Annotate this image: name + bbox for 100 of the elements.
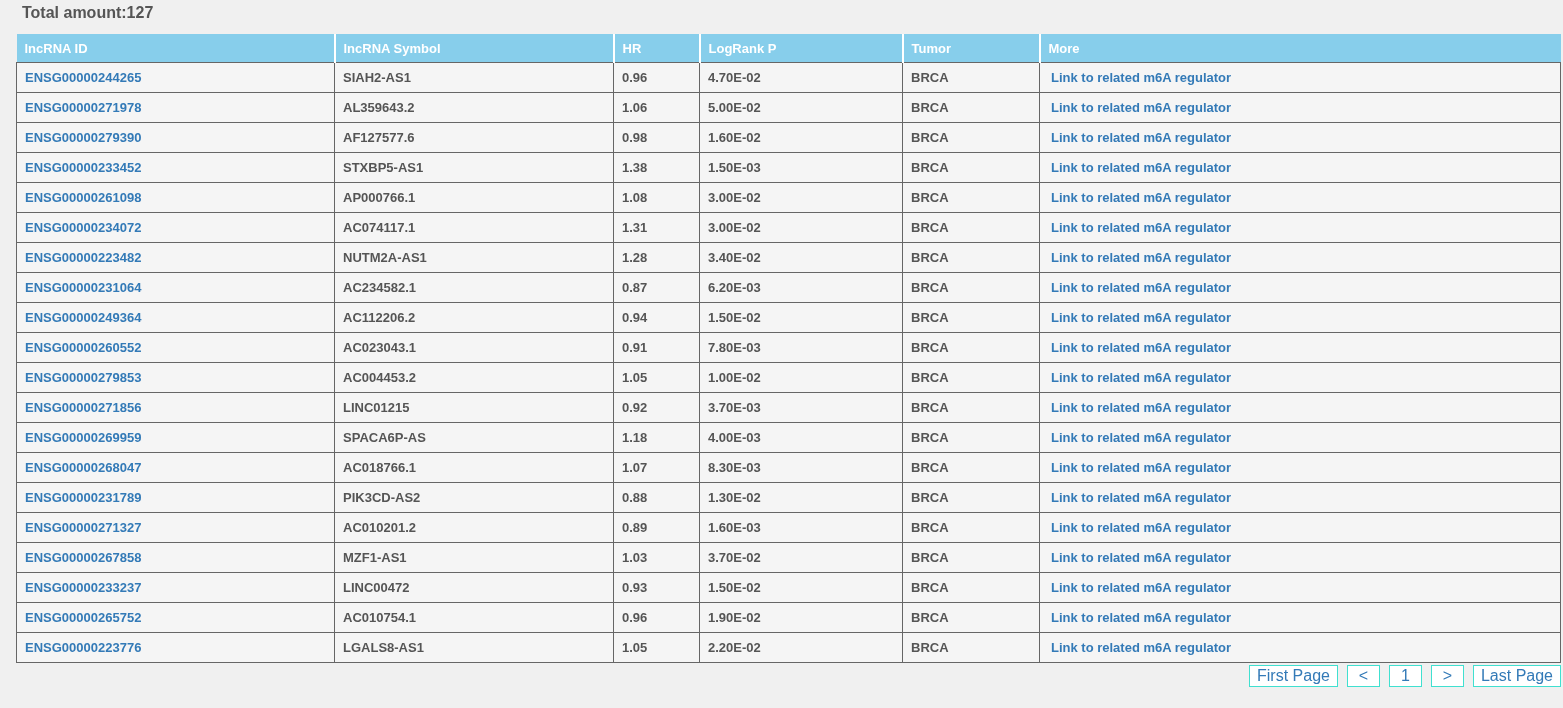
page-button[interactable]: Last Page <box>1472 665 1561 687</box>
gene-id-link[interactable]: ENSG00000271327 <box>25 520 142 535</box>
table-cell: 7.80E-03 <box>699 332 903 363</box>
related-regulator-link[interactable]: Link to related m6A regulator <box>1051 520 1232 535</box>
table-cell: BRCA <box>902 602 1040 633</box>
table-cell: AC010201.2 <box>334 512 614 543</box>
table-cell: 5.00E-02 <box>699 92 903 123</box>
table-cell: 3.70E-03 <box>699 392 903 423</box>
table-cell: 1.06 <box>613 92 700 123</box>
table-cell: 0.87 <box>613 272 700 303</box>
table-cell: 3.70E-02 <box>699 542 903 573</box>
table-cell: 0.88 <box>613 482 700 513</box>
related-regulator-link[interactable]: Link to related m6A regulator <box>1051 610 1232 625</box>
table-cell: BRCA <box>902 572 1040 603</box>
related-regulator-link[interactable]: Link to related m6A regulator <box>1051 400 1232 415</box>
related-regulator-link[interactable]: Link to related m6A regulator <box>1051 70 1232 85</box>
table-cell: BRCA <box>902 512 1040 543</box>
table-cell: 0.96 <box>613 62 700 93</box>
table-cell: 1.60E-02 <box>699 122 903 153</box>
table-cell: 3.00E-02 <box>699 212 903 243</box>
total-amount-label: Total amount:127 <box>22 4 154 22</box>
table-cell: LINC01215 <box>334 392 614 423</box>
table-cell: 1.50E-02 <box>699 572 903 603</box>
gene-id-link[interactable]: ENSG00000249364 <box>25 310 142 325</box>
table-cell: BRCA <box>902 62 1040 93</box>
related-regulator-link[interactable]: Link to related m6A regulator <box>1051 280 1232 295</box>
table-cell: 1.28 <box>613 242 700 273</box>
gene-id-link[interactable]: ENSG00000268047 <box>25 460 142 475</box>
table-cell: 4.00E-03 <box>699 422 903 453</box>
related-regulator-link[interactable]: Link to related m6A regulator <box>1051 640 1232 655</box>
related-regulator-link[interactable]: Link to related m6A regulator <box>1051 550 1232 565</box>
related-regulator-link[interactable]: Link to related m6A regulator <box>1051 310 1232 325</box>
gene-id-link[interactable]: ENSG00000234072 <box>25 220 142 235</box>
table-cell: BRCA <box>902 392 1040 423</box>
gene-id-link[interactable]: ENSG00000269959 <box>25 430 142 445</box>
related-regulator-link[interactable]: Link to related m6A regulator <box>1051 460 1232 475</box>
page-button[interactable]: First Page <box>1249 665 1338 687</box>
table-cell: 0.93 <box>613 572 700 603</box>
related-regulator-link[interactable]: Link to related m6A regulator <box>1051 130 1232 145</box>
table-cell: 4.70E-02 <box>699 62 903 93</box>
page-button[interactable]: > <box>1430 665 1464 687</box>
related-regulator-link[interactable]: Link to related m6A regulator <box>1051 580 1232 595</box>
gene-id-link[interactable]: ENSG00000231064 <box>25 280 142 295</box>
table-cell: 1.50E-03 <box>699 152 903 183</box>
table-cell: LINC00472 <box>334 572 614 603</box>
table-cell: 1.05 <box>613 632 700 663</box>
table-cell: AC004453.2 <box>334 362 614 393</box>
gene-id-link[interactable]: ENSG00000267858 <box>25 550 142 565</box>
table-cell: NUTM2A-AS1 <box>334 242 614 273</box>
related-regulator-link[interactable]: Link to related m6A regulator <box>1051 100 1232 115</box>
table-cell: BRCA <box>902 302 1040 333</box>
table-cell: 0.91 <box>613 332 700 363</box>
table-cell: BRCA <box>902 212 1040 243</box>
table-cell: 1.60E-03 <box>699 512 903 543</box>
related-regulator-link[interactable]: Link to related m6A regulator <box>1051 250 1232 265</box>
related-regulator-link[interactable]: Link to related m6A regulator <box>1051 190 1232 205</box>
gene-id-link[interactable]: ENSG00000265752 <box>25 610 142 625</box>
table-cell: AC018766.1 <box>334 452 614 483</box>
related-regulator-link[interactable]: Link to related m6A regulator <box>1051 370 1232 385</box>
gene-id-link[interactable]: ENSG00000233237 <box>25 580 142 595</box>
page-button[interactable]: 1 <box>1388 665 1422 687</box>
gene-id-link[interactable]: ENSG00000279390 <box>25 130 142 145</box>
gene-id-link[interactable]: ENSG00000223482 <box>25 250 142 265</box>
table-cell: 1.00E-02 <box>699 362 903 393</box>
gene-id-link[interactable]: ENSG00000271856 <box>25 400 142 415</box>
gene-id-link[interactable]: ENSG00000223776 <box>25 640 142 655</box>
related-regulator-link[interactable]: Link to related m6A regulator <box>1051 340 1232 355</box>
related-regulator-link[interactable]: Link to related m6A regulator <box>1051 160 1232 175</box>
table-cell: 3.00E-02 <box>699 182 903 213</box>
table-cell: BRCA <box>902 242 1040 273</box>
gene-id-link[interactable]: ENSG00000279853 <box>25 370 142 385</box>
table-cell: BRCA <box>902 122 1040 153</box>
gene-id-link[interactable]: ENSG00000244265 <box>25 70 142 85</box>
table-cell: 0.89 <box>613 512 700 543</box>
table-cell: BRCA <box>902 362 1040 393</box>
related-regulator-link[interactable]: Link to related m6A regulator <box>1051 430 1232 445</box>
table-cell: AC010754.1 <box>334 602 614 633</box>
gene-id-link[interactable]: ENSG00000271978 <box>25 100 142 115</box>
table-cell: AC023043.1 <box>334 332 614 363</box>
table-cell: BRCA <box>902 632 1040 663</box>
column-header: lncRNA Symbol <box>334 34 614 63</box>
table-cell: 1.03 <box>613 542 700 573</box>
related-regulator-link[interactable]: Link to related m6A regulator <box>1051 490 1232 505</box>
table-cell: 1.90E-02 <box>699 602 903 633</box>
table-cell: 0.92 <box>613 392 700 423</box>
table-cell: BRCA <box>902 452 1040 483</box>
page-button[interactable]: < <box>1346 665 1380 687</box>
gene-id-link[interactable]: ENSG00000261098 <box>25 190 142 205</box>
gene-id-link[interactable]: ENSG00000260552 <box>25 340 142 355</box>
gene-id-link[interactable]: ENSG00000231789 <box>25 490 142 505</box>
table-cell: SPACA6P-AS <box>334 422 614 453</box>
related-regulator-link[interactable]: Link to related m6A regulator <box>1051 220 1232 235</box>
table-cell: 2.20E-02 <box>699 632 903 663</box>
table-cell: AC234582.1 <box>334 272 614 303</box>
table-cell: SIAH2-AS1 <box>334 62 614 93</box>
table-cell: STXBP5-AS1 <box>334 152 614 183</box>
table-cell: PIK3CD-AS2 <box>334 482 614 513</box>
column-header: More <box>1039 34 1561 63</box>
table-cell: 0.98 <box>613 122 700 153</box>
gene-id-link[interactable]: ENSG00000233452 <box>25 160 142 175</box>
